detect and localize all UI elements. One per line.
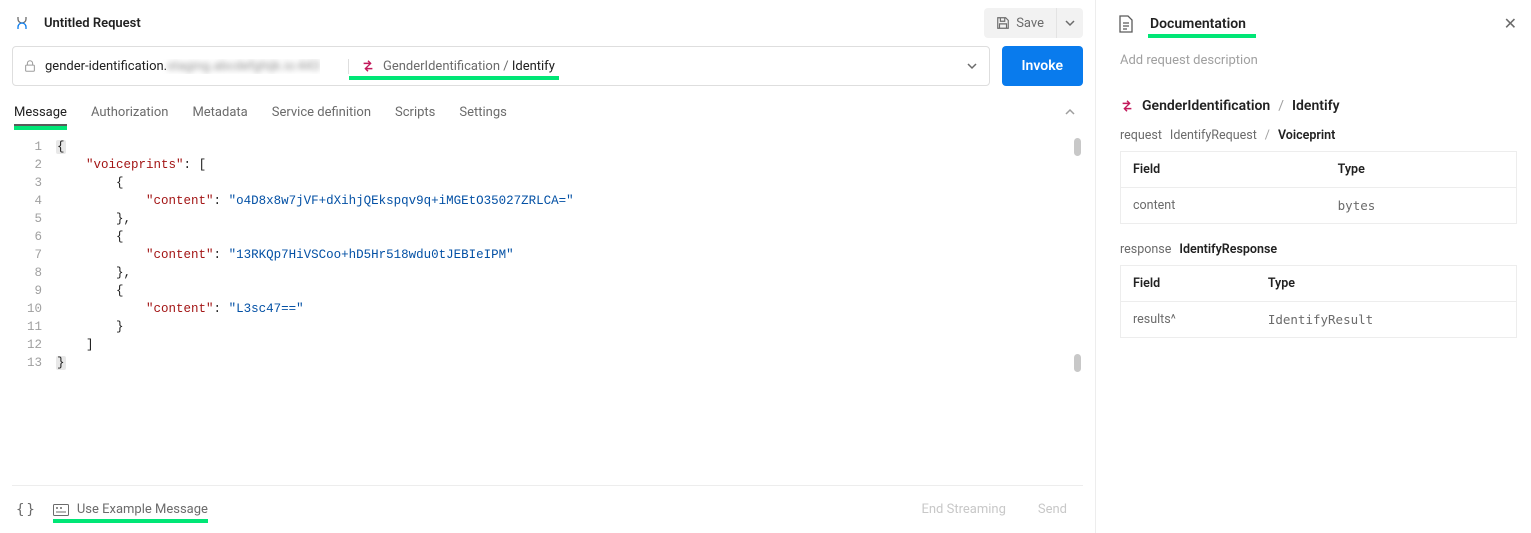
main-column: Untitled Request Save gender-identificat… (0, 0, 1095, 533)
method-selector[interactable]: GenderIdentification / Identify (348, 59, 989, 74)
request-title[interactable]: Untitled Request (44, 16, 984, 31)
documentation-body: GenderIdentification / Identify request … (1118, 98, 1517, 338)
beautify-icon[interactable]: {} (16, 502, 37, 518)
chevron-down-icon (1065, 18, 1075, 28)
grpc-icon (12, 13, 32, 33)
save-label: Save (1016, 16, 1044, 31)
request-heading: request IdentifyRequest / Voiceprint (1120, 128, 1517, 143)
server-host: gender-identification. (45, 59, 167, 74)
invoke-label: Invoke (1022, 58, 1063, 74)
request-fields-table: FieldType contentbytes (1120, 151, 1517, 224)
doc-breadcrumb: GenderIdentification / Identify (1120, 98, 1517, 114)
request-tabs: Message Authorization Metadata Service d… (12, 92, 1083, 132)
url-box: gender-identification.staging.abcdefghij… (12, 46, 990, 86)
editor-footer: {} Use Example Message End Streaming Sen… (12, 485, 1083, 533)
server-url-field[interactable]: gender-identification.staging.abcdefghij… (13, 59, 348, 74)
response-fields-table: FieldType results^IdentifyResult (1120, 265, 1517, 338)
chevron-up-icon (1065, 107, 1075, 117)
tab-metadata[interactable]: Metadata (192, 105, 247, 120)
tab-scripts[interactable]: Scripts (395, 105, 435, 120)
collapse-button[interactable] (1065, 107, 1083, 117)
description-placeholder[interactable]: Add request description (1118, 53, 1517, 68)
url-row: gender-identification.staging.abcdefghij… (12, 46, 1083, 86)
lock-icon (23, 59, 37, 73)
save-dropdown[interactable] (1057, 18, 1083, 28)
bidirectional-icon (1120, 99, 1134, 113)
title-row: Untitled Request Save (12, 0, 1083, 46)
doc-method: Identify (1292, 98, 1340, 114)
server-host-redacted: staging.abcdefghijk.io:443 (167, 59, 320, 74)
method-name: Identify (512, 59, 555, 74)
tab-settings[interactable]: Settings (459, 105, 506, 120)
bidirectional-icon (361, 59, 375, 73)
scrollbar-thumb[interactable] (1074, 138, 1081, 156)
use-example-label: Use Example Message (77, 502, 208, 517)
end-streaming-button[interactable]: End Streaming (909, 496, 1017, 523)
highlight-underline (349, 76, 559, 80)
code-area[interactable]: { "voiceprints": [ { "content": "o4D8x8w… (56, 138, 1083, 485)
message-editor[interactable]: 12345678910111213 { "voiceprints": [ { "… (12, 132, 1083, 485)
close-button[interactable]: ✕ (1504, 14, 1517, 33)
use-example-message-button[interactable]: Use Example Message (53, 502, 208, 517)
table-row: results^IdentifyResult (1121, 302, 1517, 338)
save-button-group: Save (984, 8, 1083, 38)
tab-service-definition[interactable]: Service definition (272, 105, 371, 120)
tab-authorization[interactable]: Authorization (91, 105, 169, 120)
save-button[interactable]: Save (984, 8, 1057, 38)
line-gutter: 12345678910111213 (12, 138, 56, 485)
chevron-down-icon (967, 61, 977, 71)
document-icon (1118, 15, 1136, 33)
service-name: GenderIdentification (383, 59, 500, 74)
scrollbar-thumb[interactable] (1074, 354, 1081, 372)
doc-service: GenderIdentification (1142, 98, 1270, 114)
documentation-header: Documentation ✕ (1118, 14, 1517, 33)
invoke-button[interactable]: Invoke (1002, 46, 1083, 86)
send-button[interactable]: Send (1026, 496, 1079, 523)
save-icon (996, 16, 1010, 30)
table-row: contentbytes (1121, 188, 1517, 224)
documentation-title: Documentation (1150, 16, 1246, 32)
example-icon (53, 504, 69, 516)
response-heading: response IdentifyResponse (1120, 242, 1517, 257)
documentation-panel: Documentation ✕ Add request description … (1095, 0, 1531, 533)
tab-message[interactable]: Message (14, 105, 67, 120)
